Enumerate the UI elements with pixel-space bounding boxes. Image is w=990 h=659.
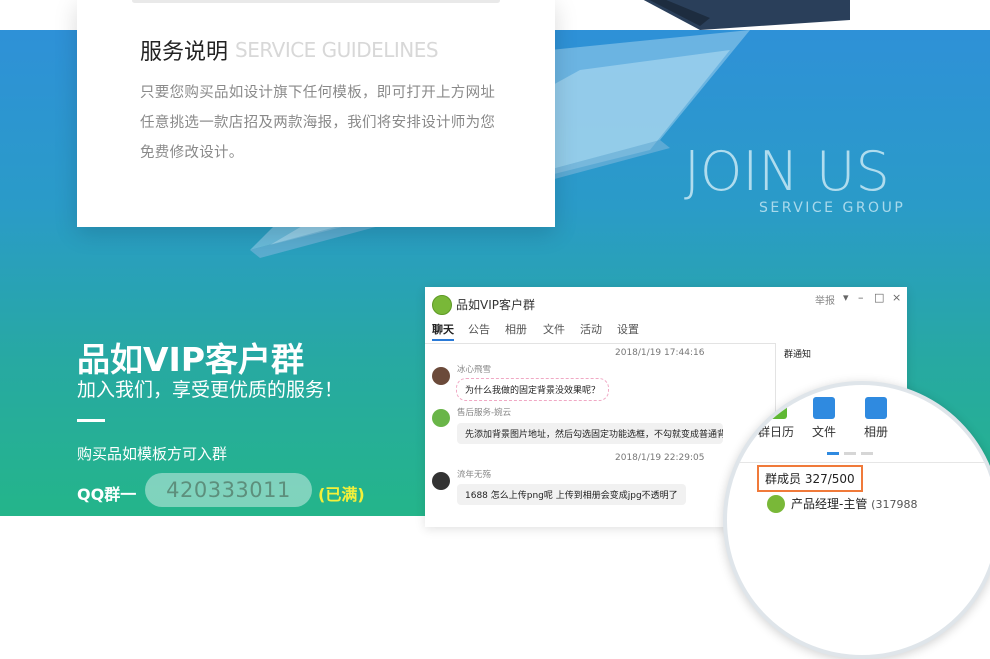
active-tab-indicator (432, 339, 454, 341)
tool-files[interactable]: 文件 (801, 397, 847, 440)
divider (77, 419, 105, 422)
qq-group-label: QQ群一 (77, 485, 137, 504)
tab-chat[interactable]: 聊天 (432, 321, 454, 337)
vip-group-title: 品如VIP客户群 (77, 340, 305, 379)
qq-group-number[interactable]: 420333011 (145, 473, 312, 507)
close-icon[interactable]: × (892, 291, 901, 304)
pager-dots (827, 452, 873, 455)
message-sender: 冰心飛雪 (457, 365, 492, 375)
message-bubble: 1688 怎么上传png呢 上传到相册会变成jpg不透明了 (457, 484, 686, 505)
group-members-count[interactable]: 群成员 327/500 (757, 465, 863, 492)
dropdown-icon[interactable]: ▾ (843, 291, 849, 304)
magnifier-zoom: 群日历 文件 相册 群成员 327/500 产品经理-主管 (317988 (723, 381, 990, 659)
card-top-bar (132, 0, 500, 3)
photo-album-icon (865, 397, 887, 419)
message-sender: 售后服务-婉云 (457, 408, 512, 418)
message-timestamp: 2018/1/19 17:44:16 (615, 348, 705, 358)
report-link[interactable]: 举报 (815, 292, 835, 307)
tab-album[interactable]: 相册 (505, 321, 527, 337)
vip-group-note: 购买品如模板方可入群 (77, 445, 228, 463)
member-id: (317988 (871, 498, 918, 511)
card-title-english: SERVICE GUIDELINES (235, 38, 439, 62)
minimize-icon[interactable]: – (858, 291, 864, 304)
window-title: 品如VIP客户群 (456, 298, 535, 312)
tab-files[interactable]: 文件 (543, 321, 565, 337)
tool-calendar[interactable]: 群日历 (753, 397, 799, 440)
maximize-icon[interactable]: □ (874, 291, 884, 304)
join-us-heading: JOIN US (684, 140, 890, 203)
group-logo-icon (432, 295, 452, 315)
card-title: 服务说明 (140, 40, 229, 65)
avatar (432, 472, 450, 490)
member-avatar (767, 495, 785, 513)
divider (425, 343, 775, 344)
tab-announcement[interactable]: 公告 (468, 321, 490, 337)
vip-group-subtitle: 加入我们，享受更优质的服务！ (77, 379, 344, 401)
tab-settings[interactable]: 设置 (617, 321, 639, 337)
window-title-bar: 品如VIP客户群 举报 ▾ – □ × (425, 287, 907, 317)
message-timestamp: 2018/1/19 22:29:05 (615, 453, 705, 463)
avatar (432, 367, 450, 385)
card-description: 只要您购买品如设计旗下任何模板，即可打开上方网址任意挑选一款店招及两款海报，我们… (140, 85, 496, 161)
service-card: 服务说明 SERVICE GUIDELINES 只要您购买品如设计旗下任何模板，… (77, 0, 555, 227)
file-upload-icon (813, 397, 835, 419)
tool-album[interactable]: 相册 (853, 397, 899, 440)
avatar (432, 409, 450, 427)
member-row[interactable]: 产品经理-主管 (317988 (791, 495, 917, 512)
join-us-subheading: SERVICE GROUP (759, 200, 906, 216)
divider (727, 462, 990, 463)
calendar-icon (765, 397, 787, 419)
message-bubble: 先添加背景图片地址，然后勾选固定功能选框，不勾就变成普通背景了 (457, 423, 723, 444)
tab-activity[interactable]: 活动 (580, 321, 602, 337)
member-name: 产品经理-主管 (791, 497, 868, 511)
message-sender: 流年无殇 (457, 470, 492, 480)
qq-group-status: (已满) (318, 485, 365, 504)
group-notice-label: 群通知 (784, 350, 812, 360)
message-bubble: 为什么我做的固定背景没效果呢？ (456, 378, 610, 401)
